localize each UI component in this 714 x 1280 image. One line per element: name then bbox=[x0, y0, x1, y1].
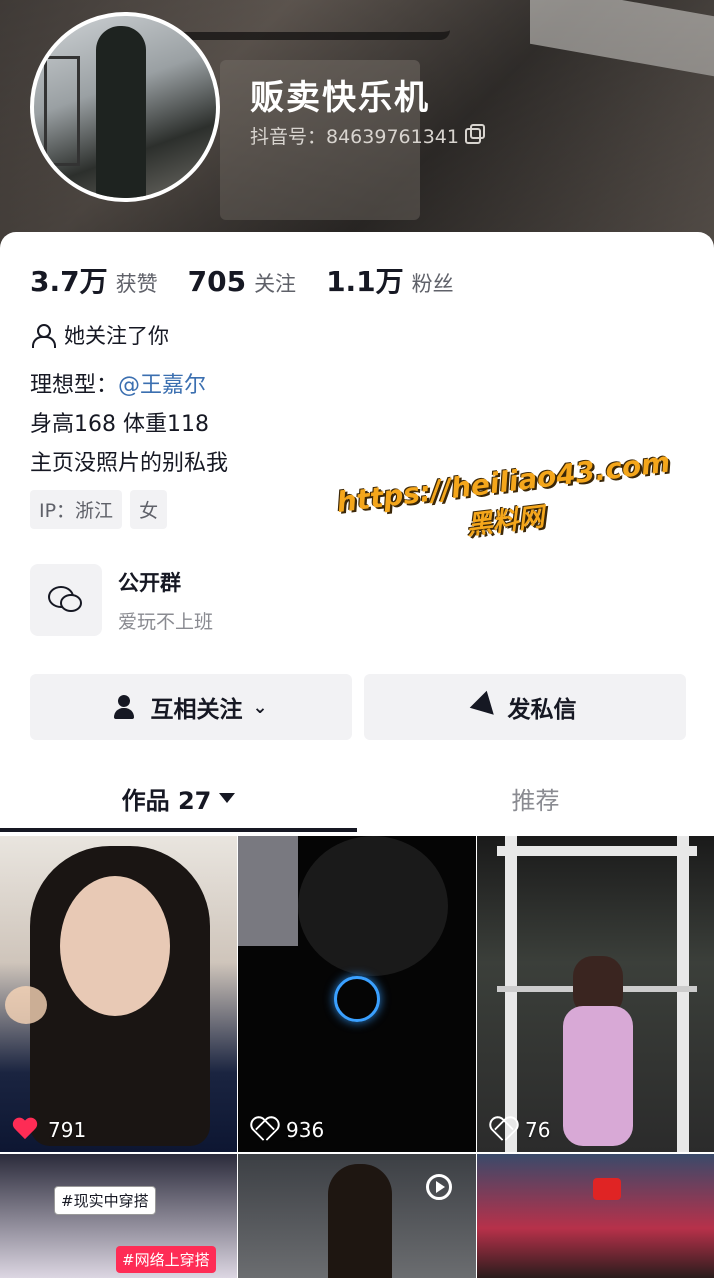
like-count-value: 76 bbox=[525, 1118, 551, 1142]
follows-you-indicator: 她关注了你 bbox=[30, 320, 169, 350]
thumbnail-art bbox=[60, 876, 170, 1016]
tab-recommend-label: 推荐 bbox=[511, 786, 560, 815]
stat-value: 1.1万 bbox=[326, 265, 404, 298]
thumbnail-art bbox=[563, 1006, 633, 1146]
bio-line: 主页没照片的别私我 bbox=[30, 451, 229, 476]
video-thumbnail[interactable] bbox=[477, 1154, 714, 1278]
mutual-follow-icon bbox=[114, 695, 140, 719]
play-icon bbox=[426, 1174, 452, 1200]
stat-followers[interactable]: 1.1万 粉丝 bbox=[326, 260, 454, 300]
ip-location-tag: IP：浙江 bbox=[30, 490, 123, 529]
stats-row: 3.7万 获赞 705 关注 1.1万 粉丝 bbox=[30, 260, 454, 300]
like-count: 76 bbox=[489, 1118, 550, 1142]
avatar-photo-detail bbox=[96, 26, 146, 198]
heart-filled-icon bbox=[12, 1118, 38, 1142]
stat-value: 3.7万 bbox=[30, 265, 108, 298]
stat-following[interactable]: 705 关注 bbox=[188, 265, 296, 298]
thumbnail-art bbox=[5, 986, 47, 1024]
like-count: 936 bbox=[250, 1118, 324, 1142]
video-thumbnail[interactable]: 76 bbox=[477, 836, 714, 1152]
mutual-follow-label: 互相关注 bbox=[150, 697, 243, 723]
nickname: 贩卖快乐机 bbox=[250, 78, 430, 118]
hashtag-overlay: #网络上穿搭 bbox=[116, 1246, 216, 1273]
bio: 理想型：@王嘉尔 身高168 体重118 主页没照片的别私我 bbox=[30, 366, 228, 483]
video-thumbnail[interactable]: #现实中穿搭 #网络上穿搭 bbox=[0, 1154, 237, 1278]
stat-likes[interactable]: 3.7万 获赞 bbox=[30, 260, 158, 300]
chat-bubbles-icon bbox=[30, 564, 102, 636]
video-badge-icon bbox=[593, 1178, 621, 1200]
thumbnail-art bbox=[328, 1164, 392, 1278]
like-count-value: 936 bbox=[286, 1118, 325, 1142]
mention-link[interactable]: @王嘉尔 bbox=[118, 373, 206, 398]
thumbnail-art bbox=[505, 836, 517, 1152]
avatar-photo-detail bbox=[44, 56, 80, 166]
action-buttons: 互相关注 ⌄ 发私信 bbox=[30, 674, 686, 740]
like-count: 791 bbox=[12, 1118, 86, 1142]
stat-label: 粉丝 bbox=[411, 272, 454, 296]
bio-line: 理想型：@王嘉尔 bbox=[30, 366, 228, 405]
avatar[interactable] bbox=[30, 12, 220, 202]
stat-value: 705 bbox=[187, 265, 247, 298]
douyin-id[interactable]: 抖音号：84639761341 bbox=[250, 122, 485, 149]
thumbnail-art bbox=[334, 976, 380, 1022]
dropdown-triangle-icon bbox=[219, 793, 236, 803]
send-message-label: 发私信 bbox=[507, 697, 577, 723]
like-count-value: 791 bbox=[48, 1118, 87, 1142]
chevron-down-icon: ⌄ bbox=[252, 696, 268, 718]
copy-icon[interactable] bbox=[464, 123, 485, 144]
gender-tag: 女 bbox=[130, 490, 168, 529]
video-thumbnail[interactable] bbox=[238, 1154, 476, 1278]
tab-works[interactable]: 作品 27 bbox=[0, 764, 357, 832]
profile-tags: IP：浙江 女 bbox=[30, 490, 168, 529]
stat-label: 关注 bbox=[254, 272, 297, 296]
mutual-follow-button[interactable]: 互相关注 ⌄ bbox=[30, 674, 352, 740]
hashtag-overlay: #现实中穿搭 bbox=[54, 1186, 156, 1215]
person-icon bbox=[30, 322, 56, 348]
bio-prefix: 理想型： bbox=[30, 373, 119, 398]
stat-label: 获赞 bbox=[115, 272, 158, 296]
group-desc: 爱玩不上班 bbox=[118, 610, 214, 633]
video-grid: 791 936 76 #现实中穿搭 #网络上穿搭 bbox=[0, 836, 714, 1278]
thumbnail-art bbox=[238, 836, 298, 946]
follows-you-text: 她关注了你 bbox=[64, 324, 169, 348]
group-name: 公开群 bbox=[118, 570, 181, 595]
douyin-id-text: 抖音号：84639761341 bbox=[250, 126, 459, 148]
thumbnail-art bbox=[497, 846, 697, 856]
active-tab-indicator bbox=[0, 828, 357, 832]
heart-outline-icon bbox=[250, 1118, 276, 1142]
tab-works-label: 作品 27 bbox=[121, 786, 212, 815]
send-message-button[interactable]: 发私信 bbox=[364, 674, 686, 740]
bio-line: 身高168 体重118 bbox=[30, 412, 209, 437]
tab-recommend[interactable]: 推荐 bbox=[357, 764, 714, 832]
content-tabs: 作品 27 推荐 bbox=[0, 764, 714, 832]
video-thumbnail[interactable]: 936 bbox=[238, 836, 476, 1152]
thumbnail-art bbox=[677, 836, 689, 1152]
send-icon bbox=[469, 690, 502, 724]
heart-outline-icon bbox=[489, 1118, 515, 1142]
chat-bubble-shape bbox=[60, 594, 82, 612]
thumbnail-art bbox=[298, 836, 448, 976]
video-thumbnail[interactable]: 791 bbox=[0, 836, 237, 1152]
group-text: 公开群 爱玩不上班 bbox=[118, 567, 213, 634]
profile-card: 3.7万 获赞 705 关注 1.1万 粉丝 她关注了你 理想型：@王嘉尔 身高… bbox=[0, 232, 714, 1280]
public-group-entry[interactable]: 公开群 爱玩不上班 bbox=[30, 564, 213, 636]
